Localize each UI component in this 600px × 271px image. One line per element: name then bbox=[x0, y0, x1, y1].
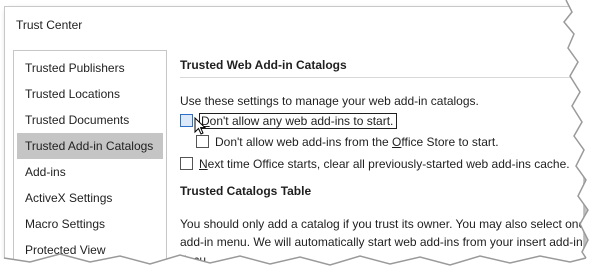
catalogs-description: You should only add a catalog if you tru… bbox=[180, 217, 584, 266]
option-clear-cache-next-start[interactable]: Next time Office starts, clear all previ… bbox=[180, 155, 583, 173]
dont-allow-web-add-ins-label[interactable]: Don't allow any web add-ins to start. bbox=[199, 113, 398, 129]
sidebar-item-activex-settings[interactable]: ActiveX Settings bbox=[17, 185, 163, 211]
main-panel: Trusted Web Add-in Catalogs Use these se… bbox=[180, 57, 583, 265]
sidebar-item-protected-view[interactable]: Protected View bbox=[17, 237, 163, 263]
sidebar-item-add-ins[interactable]: Add-ins bbox=[17, 159, 163, 185]
section-title-web-add-in-catalogs: Trusted Web Add-in Catalogs bbox=[180, 57, 580, 78]
window-title: Trust Center bbox=[16, 18, 83, 32]
dont-allow-web-add-ins-checkbox[interactable] bbox=[180, 114, 193, 128]
settings-description: Use these settings to manage your web ad… bbox=[180, 94, 479, 108]
sidebar-item-trusted-documents[interactable]: Trusted Documents bbox=[17, 107, 163, 133]
dont-allow-office-store-checkbox[interactable] bbox=[196, 135, 209, 149]
sidebar-item-trusted-publishers[interactable]: Trusted Publishers bbox=[17, 55, 163, 81]
option-dont-allow-web-add-ins[interactable]: Don't allow any web add-ins to start. bbox=[180, 112, 583, 135]
clear-cache-checkbox[interactable] bbox=[180, 157, 193, 171]
section-title-trusted-catalogs-table: Trusted Catalogs Table bbox=[180, 184, 312, 198]
trust-center-window: Trust Center Trusted Publishers Trusted … bbox=[4, 6, 584, 266]
option-dont-allow-office-store[interactable]: Don't allow web add-ins from the Office … bbox=[180, 133, 583, 151]
sidebar: Trusted Publishers Trusted Locations Tru… bbox=[13, 50, 167, 265]
sidebar-item-macro-settings[interactable]: Macro Settings bbox=[17, 211, 163, 237]
sidebar-item-trusted-locations[interactable]: Trusted Locations bbox=[17, 81, 163, 107]
sidebar-item-trusted-add-in-catalogs[interactable]: Trusted Add-in Catalogs bbox=[17, 133, 163, 159]
